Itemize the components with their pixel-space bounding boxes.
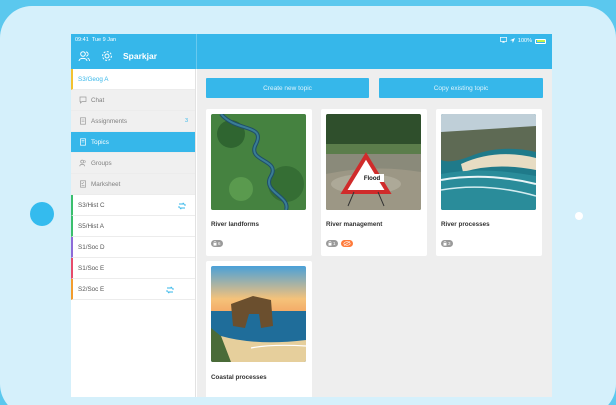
app-title: Sparkjar bbox=[123, 51, 158, 61]
sidebar-item-label: Topics bbox=[91, 138, 109, 146]
badge-count: 6 bbox=[218, 241, 221, 246]
badge-count: 1 bbox=[333, 241, 336, 246]
sidebar-item-topics[interactable]: Topics bbox=[71, 132, 195, 153]
app-screen: 09:41 Tue 9 Jan 100% Sparkjar S3/Geog A … bbox=[71, 34, 552, 397]
topic-badge: 3 bbox=[441, 240, 453, 247]
sidebar: S3/Geog A Chat Assignments 3 Topics Grou… bbox=[71, 69, 196, 397]
people-icon[interactable] bbox=[77, 49, 91, 63]
lock-icon bbox=[213, 241, 217, 246]
create-topic-button[interactable]: Create new topic bbox=[206, 78, 369, 98]
badge-count: 3 bbox=[448, 241, 451, 246]
sidebar-item-assignments[interactable]: Assignments 3 bbox=[71, 111, 195, 132]
topic-card-river-landforms[interactable]: River landforms 6 bbox=[206, 109, 312, 256]
topic-title: River landforms bbox=[211, 221, 259, 228]
sidebar-class-s5-hist-a[interactable]: S5/Hist A bbox=[71, 216, 195, 237]
sidebar-class-s1-soc-d[interactable]: S1/Soc D bbox=[71, 237, 195, 258]
status-date: Tue 9 Jan bbox=[91, 37, 117, 43]
topic-badges: 6 bbox=[211, 240, 223, 247]
topic-card-river-management[interactable]: Flood River management 1 bbox=[321, 109, 427, 256]
screen-mirror-icon bbox=[499, 37, 507, 45]
sidebar-item-label: Marksheet bbox=[91, 180, 121, 188]
topic-title: River management bbox=[326, 221, 383, 228]
class-label: S1/Soc E bbox=[78, 264, 105, 272]
class-label: S3/Geog A bbox=[78, 75, 109, 83]
sidebar-item-label: Chat bbox=[91, 96, 105, 104]
sync-icon[interactable] bbox=[164, 284, 175, 295]
sidebar-item-label: Groups bbox=[91, 159, 112, 167]
document-icon bbox=[79, 117, 87, 125]
sidebar-class-s3-hist-c[interactable]: S3/Hist C bbox=[71, 195, 195, 216]
status-indicators: 100% bbox=[499, 37, 546, 45]
sidebar-class-s3-geog-a[interactable]: S3/Geog A bbox=[71, 69, 195, 90]
header-toolbar: Sparkjar bbox=[77, 49, 157, 63]
svg-text:Flood: Flood bbox=[364, 176, 381, 182]
class-label: S5/Hist A bbox=[78, 222, 104, 230]
topic-badge: 6 bbox=[211, 240, 223, 247]
app-header: 09:41 Tue 9 Jan 100% Sparkjar bbox=[71, 34, 552, 69]
chat-icon bbox=[79, 96, 87, 104]
battery-icon bbox=[535, 38, 546, 44]
header-divider bbox=[196, 34, 197, 69]
copy-topic-button[interactable]: Copy existing topic bbox=[379, 78, 543, 98]
class-label: S3/Hist C bbox=[78, 201, 105, 209]
status-time: 09:41 Tue 9 Jan bbox=[75, 37, 116, 43]
sidebar-class-s1-soc-e[interactable]: S1/Soc E bbox=[71, 258, 195, 279]
topic-badges: 1 bbox=[326, 240, 353, 247]
status-clock: 09:41 bbox=[75, 37, 89, 43]
topic-card-river-processes[interactable]: River processes 3 bbox=[436, 109, 542, 256]
topic-thumbnail bbox=[211, 114, 306, 210]
sidebar-item-groups[interactable]: Groups bbox=[71, 153, 195, 174]
battery-percent: 100% bbox=[517, 38, 532, 44]
topic-thumbnail bbox=[211, 266, 306, 362]
topics-panel: Create new topic Copy existing topic Riv bbox=[197, 69, 552, 397]
people-icon bbox=[79, 159, 87, 167]
class-label: S2/Soc E bbox=[78, 285, 105, 293]
sync-icon[interactable] bbox=[176, 200, 187, 211]
topic-badges: 3 bbox=[441, 240, 453, 247]
class-label: S1/Soc D bbox=[78, 243, 105, 251]
location-icon bbox=[509, 37, 515, 45]
topic-title: River processes bbox=[441, 221, 490, 228]
sidebar-item-marksheet[interactable]: Marksheet bbox=[71, 174, 195, 195]
book-icon bbox=[79, 138, 87, 146]
topic-card-coastal-processes[interactable]: Coastal processes bbox=[206, 261, 312, 397]
hidden-badge bbox=[340, 240, 353, 247]
gear-icon[interactable] bbox=[100, 49, 114, 63]
topic-badge: 1 bbox=[326, 240, 338, 247]
camera-dot bbox=[575, 212, 583, 220]
topic-title: Coastal processes bbox=[211, 374, 267, 381]
tablet-frame: 09:41 Tue 9 Jan 100% Sparkjar S3/Geog A … bbox=[0, 6, 616, 405]
eye-off-icon bbox=[343, 241, 351, 246]
spreadsheet-icon bbox=[79, 180, 87, 188]
assignments-count-badge: 3 bbox=[184, 118, 188, 124]
lock-icon bbox=[328, 241, 332, 246]
sidebar-item-label: Assignments bbox=[91, 117, 128, 125]
sidebar-item-chat[interactable]: Chat bbox=[71, 90, 195, 111]
topic-thumbnail bbox=[441, 114, 536, 210]
lock-icon bbox=[443, 241, 447, 246]
home-button bbox=[30, 202, 54, 226]
sidebar-class-s2-soc-e[interactable]: S2/Soc E bbox=[71, 279, 195, 300]
topic-thumbnail: Flood bbox=[326, 114, 421, 210]
